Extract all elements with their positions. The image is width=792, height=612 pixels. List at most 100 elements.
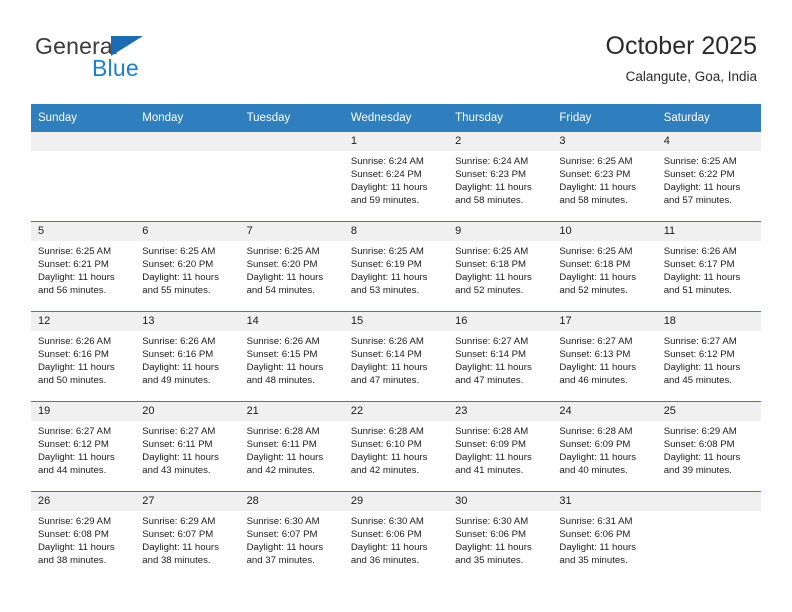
day-detail-line: and 44 minutes. bbox=[38, 465, 107, 477]
day-detail-line: and 40 minutes. bbox=[559, 465, 628, 477]
day-detail-line: Sunrise: 6:25 AM bbox=[142, 246, 216, 257]
day-number: 12 bbox=[31, 312, 136, 331]
day-number: 9 bbox=[448, 222, 553, 241]
day-number: 2 bbox=[448, 132, 553, 151]
calendar-day-cell[interactable]: 2 Sunrise: 6:24 AM Sunset: 6:23 PM Daylight… bbox=[448, 132, 553, 222]
day-detail-line: and 41 minutes. bbox=[455, 465, 524, 477]
day-number: 11 bbox=[656, 222, 761, 241]
calendar-day-cell[interactable]: 8 Sunrise: 6:25 AM Sunset: 6:19 PM Daylight… bbox=[343, 221, 449, 312]
day-detail-text: Sunrise: 6:27 AM Sunset: 6:12 PM Daylight:… bbox=[31, 421, 135, 477]
day-number: 29 bbox=[343, 492, 449, 511]
day-detail-text bbox=[657, 511, 761, 515]
day-detail-text: Sunrise: 6:31 AM Sunset: 6:06 PM Daylight:… bbox=[552, 511, 656, 567]
day-detail-line: Sunrise: 6:24 AM bbox=[350, 156, 424, 167]
calendar-day-cell[interactable]: 12 Sunrise: 6:26 AM Sunset: 6:16 PM Dayligh… bbox=[31, 311, 136, 402]
calendar-day-cell-empty bbox=[239, 132, 344, 222]
day-detail-line: Sunrise: 6:28 AM bbox=[350, 426, 424, 437]
calendar-day-cell-empty bbox=[135, 132, 240, 222]
calendar-day-cell[interactable]: 11 Sunrise: 6:26 AM Sunset: 6:17 PM Dayligh… bbox=[656, 221, 761, 312]
day-detail-line: Sunrise: 6:26 AM bbox=[246, 336, 320, 347]
calendar-day-cell[interactable]: 1 Sunrise: 6:24 AM Sunset: 6:24 PM Daylight… bbox=[343, 132, 449, 222]
day-detail-line: Daylight: 11 hours bbox=[246, 362, 324, 374]
calendar-day-cell[interactable]: 23 Sunrise: 6:28 AM Sunset: 6:09 PM Dayligh… bbox=[448, 401, 553, 492]
day-detail-line: Daylight: 11 hours bbox=[350, 542, 428, 554]
day-detail-line: Sunset: 6:16 PM bbox=[38, 349, 109, 361]
calendar-day-cell[interactable]: 14 Sunrise: 6:26 AM Sunset: 6:15 PM Dayligh… bbox=[239, 311, 344, 402]
calendar-day-cell[interactable]: 17 Sunrise: 6:27 AM Sunset: 6:13 PM Dayligh… bbox=[552, 311, 657, 402]
day-detail-line: Daylight: 11 hours bbox=[455, 182, 532, 194]
calendar-day-cell[interactable]: 31 Sunrise: 6:31 AM Sunset: 6:06 PM Dayligh… bbox=[552, 491, 657, 581]
day-detail-line: Sunrise: 6:25 AM bbox=[350, 246, 424, 257]
day-number: 16 bbox=[448, 312, 553, 331]
calendar-day-cell[interactable]: 28 Sunrise: 6:30 AM Sunset: 6:07 PM Dayligh… bbox=[239, 491, 344, 581]
day-detail-line: Sunset: 6:22 PM bbox=[663, 169, 735, 181]
general-blue-logo[interactable]: General Blue bbox=[35, 33, 215, 83]
calendar-day-cell[interactable]: 7 Sunrise: 6:25 AM Sunset: 6:20 PM Daylight… bbox=[239, 221, 344, 312]
day-detail-line: Daylight: 11 hours bbox=[455, 542, 532, 554]
title-block: October 2025 Calangute, Goa, India bbox=[606, 30, 758, 87]
day-detail-line: Sunset: 6:09 PM bbox=[559, 439, 631, 451]
day-detail-line: Sunrise: 6:25 AM bbox=[246, 246, 320, 257]
day-detail-line: Sunrise: 6:25 AM bbox=[38, 246, 112, 257]
day-detail-line: Sunrise: 6:25 AM bbox=[559, 156, 633, 167]
day-detail-line: Sunset: 6:19 PM bbox=[350, 259, 422, 271]
day-detail-text: Sunrise: 6:29 AM Sunset: 6:08 PM Daylight:… bbox=[31, 511, 135, 567]
calendar-day-cell[interactable]: 26 Sunrise: 6:29 AM Sunset: 6:08 PM Dayligh… bbox=[31, 491, 136, 581]
calendar-day-cell[interactable]: 6 Sunrise: 6:25 AM Sunset: 6:20 PM Daylight… bbox=[135, 221, 240, 312]
day-number bbox=[31, 132, 136, 151]
day-detail-line: Daylight: 11 hours bbox=[559, 272, 637, 284]
day-number: 13 bbox=[135, 312, 240, 331]
day-detail-line: Sunrise: 6:29 AM bbox=[142, 516, 216, 527]
calendar-day-cell[interactable]: 25 Sunrise: 6:29 AM Sunset: 6:08 PM Dayligh… bbox=[656, 401, 761, 492]
calendar-day-cell[interactable]: 30 Sunrise: 6:30 AM Sunset: 6:06 PM Dayligh… bbox=[448, 491, 553, 581]
day-detail-line: and 48 minutes. bbox=[246, 375, 315, 387]
calendar-day-cell[interactable]: 24 Sunrise: 6:28 AM Sunset: 6:09 PM Dayligh… bbox=[552, 401, 657, 492]
calendar-day-cell[interactable]: 18 Sunrise: 6:27 AM Sunset: 6:12 PM Dayligh… bbox=[656, 311, 761, 402]
day-number: 17 bbox=[552, 312, 657, 331]
calendar-day-cell[interactable]: 21 Sunrise: 6:28 AM Sunset: 6:11 PM Dayligh… bbox=[239, 401, 344, 492]
day-detail-text bbox=[31, 151, 135, 155]
day-detail-line: and 43 minutes. bbox=[142, 465, 211, 477]
day-detail-line: and 59 minutes. bbox=[350, 195, 420, 207]
day-detail-line: and 35 minutes. bbox=[559, 555, 628, 567]
day-detail-line: and 37 minutes. bbox=[246, 555, 315, 567]
weekday-header-wednesday: Wednesday bbox=[343, 104, 449, 132]
day-detail-line: Sunrise: 6:25 AM bbox=[455, 246, 529, 257]
calendar-day-cell[interactable]: 5 Sunrise: 6:25 AM Sunset: 6:21 PM Daylight… bbox=[31, 221, 136, 312]
calendar-day-cell[interactable]: 13 Sunrise: 6:26 AM Sunset: 6:16 PM Dayligh… bbox=[135, 311, 240, 402]
day-number: 28 bbox=[239, 492, 344, 511]
calendar-day-cell[interactable]: 3 Sunrise: 6:25 AM Sunset: 6:23 PM Daylight… bbox=[552, 132, 657, 222]
day-detail-line: Daylight: 11 hours bbox=[663, 272, 741, 284]
day-detail-line: Daylight: 11 hours bbox=[663, 362, 741, 374]
calendar-day-cell[interactable]: 20 Sunrise: 6:27 AM Sunset: 6:11 PM Dayligh… bbox=[135, 401, 240, 492]
calendar-day-cell[interactable]: 10 Sunrise: 6:25 AM Sunset: 6:18 PM Dayligh… bbox=[552, 221, 657, 312]
day-detail-line: Daylight: 11 hours bbox=[350, 182, 428, 194]
day-detail-line: Sunset: 6:16 PM bbox=[142, 349, 214, 361]
day-detail-line: Sunrise: 6:30 AM bbox=[350, 516, 424, 527]
day-number: 25 bbox=[656, 402, 761, 421]
logo-text-blue: Blue bbox=[92, 55, 139, 81]
calendar-day-cell[interactable]: 4 Sunrise: 6:25 AM Sunset: 6:22 PM Daylight… bbox=[656, 132, 761, 222]
day-detail-line: Daylight: 11 hours bbox=[142, 452, 219, 464]
calendar-day-cell[interactable]: 9 Sunrise: 6:25 AM Sunset: 6:18 PM Daylight… bbox=[448, 221, 553, 312]
day-detail-line: Daylight: 11 hours bbox=[38, 272, 115, 284]
day-number: 27 bbox=[135, 492, 240, 511]
day-detail-line: Sunrise: 6:31 AM bbox=[559, 516, 633, 527]
day-number bbox=[135, 132, 240, 151]
day-detail-text: Sunrise: 6:28 AM Sunset: 6:09 PM Daylight:… bbox=[552, 421, 656, 477]
day-number: 5 bbox=[31, 222, 136, 241]
day-detail-line: and 45 minutes. bbox=[663, 375, 732, 387]
weekday-header-monday: Monday bbox=[135, 104, 240, 132]
day-number bbox=[239, 132, 344, 151]
calendar-day-cell[interactable]: 27 Sunrise: 6:29 AM Sunset: 6:07 PM Dayligh… bbox=[135, 491, 240, 581]
day-detail-line: Daylight: 11 hours bbox=[559, 452, 637, 464]
calendar-day-cell[interactable]: 16 Sunrise: 6:27 AM Sunset: 6:14 PM Dayligh… bbox=[448, 311, 553, 402]
day-detail-line: Daylight: 11 hours bbox=[455, 362, 532, 374]
calendar-day-cell[interactable]: 29 Sunrise: 6:30 AM Sunset: 6:06 PM Dayligh… bbox=[343, 491, 449, 581]
calendar-day-cell[interactable]: 19 Sunrise: 6:27 AM Sunset: 6:12 PM Dayligh… bbox=[31, 401, 136, 492]
day-detail-line: Sunrise: 6:28 AM bbox=[559, 426, 633, 437]
day-detail-line: Sunrise: 6:28 AM bbox=[455, 426, 529, 437]
calendar-day-cell[interactable]: 22 Sunrise: 6:28 AM Sunset: 6:10 PM Dayligh… bbox=[343, 401, 449, 492]
day-detail-line: and 46 minutes. bbox=[559, 375, 628, 387]
calendar-day-cell[interactable]: 15 Sunrise: 6:26 AM Sunset: 6:14 PM Dayligh… bbox=[343, 311, 449, 402]
